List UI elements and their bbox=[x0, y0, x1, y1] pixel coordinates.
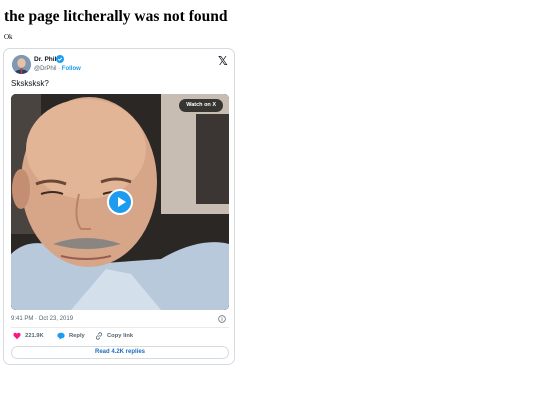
tweet-text: Sksksksk? bbox=[11, 79, 49, 88]
follow-button[interactable]: Follow bbox=[62, 66, 81, 72]
reply-bubble-icon bbox=[57, 332, 65, 340]
page: the page litcherally was not found Ok Dr… bbox=[0, 0, 540, 405]
verified-badge-icon bbox=[56, 55, 64, 63]
author-name[interactable]: Dr. Phil bbox=[34, 56, 56, 63]
copy-link-button[interactable]: Copy link bbox=[95, 332, 133, 340]
tweet-actions: 221.9K Reply Copy link bbox=[11, 332, 229, 342]
tweet-embed-card[interactable]: Dr. Phil @DrPhil · Follow 𝕏 Sksksksk? Wa… bbox=[3, 48, 235, 365]
avatar[interactable] bbox=[12, 55, 31, 74]
reply-button[interactable]: Reply bbox=[57, 332, 85, 340]
like-count: 221.9K bbox=[25, 333, 44, 339]
tweet-timestamp[interactable]: 9:41 PM · Oct 23, 2019 bbox=[11, 316, 73, 322]
info-icon[interactable] bbox=[218, 315, 226, 323]
reply-label: Reply bbox=[69, 333, 85, 339]
divider bbox=[11, 327, 229, 328]
video-player[interactable]: Watch on X bbox=[11, 94, 229, 310]
author-handle-row: @DrPhil · Follow bbox=[34, 66, 81, 72]
handle-separator: · bbox=[58, 66, 61, 72]
read-replies-button[interactable]: Read 4.2K replies bbox=[11, 346, 229, 359]
page-title: the page litcherally was not found bbox=[4, 8, 228, 25]
play-icon[interactable] bbox=[107, 189, 133, 215]
like-button[interactable]: 221.9K bbox=[13, 332, 44, 340]
copy-link-label: Copy link bbox=[107, 333, 134, 339]
heart-icon bbox=[13, 332, 21, 340]
link-icon bbox=[95, 332, 103, 340]
author-handle[interactable]: @DrPhil bbox=[34, 66, 56, 72]
x-logo-icon[interactable]: 𝕏 bbox=[218, 54, 228, 68]
watch-on-x-button[interactable]: Watch on X bbox=[179, 99, 223, 112]
page-subtext: Ok bbox=[4, 33, 13, 41]
